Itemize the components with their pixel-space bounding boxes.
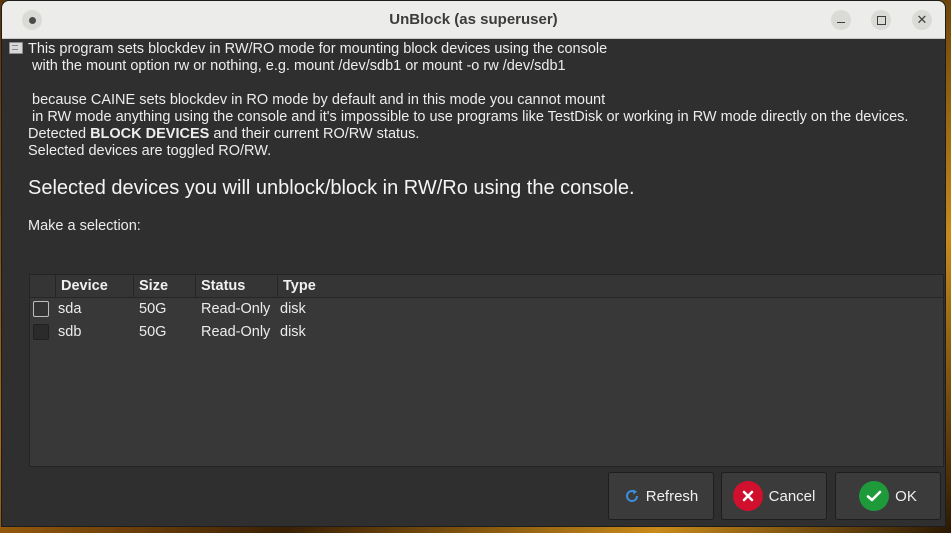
type-cell: disk — [280, 324, 306, 340]
row-checkbox[interactable] — [33, 301, 49, 317]
checkmark-icon — [859, 481, 890, 511]
cancel-label: Cancel — [768, 487, 816, 505]
device-cell: sdb — [58, 324, 82, 340]
dialog-content: This program sets blockdev in RW/RO mode… — [2, 39, 945, 526]
status-cell: Read-Only — [201, 301, 271, 317]
info-line — [28, 75, 908, 92]
column-header-type[interactable]: Type — [278, 275, 348, 297]
refresh-label: Refresh — [645, 487, 699, 505]
cancel-button[interactable]: Cancel — [721, 472, 827, 520]
selection-prompt: Make a selection: — [28, 218, 141, 234]
info-line: in RW mode anything using the console an… — [28, 109, 909, 125]
title-bar[interactable]: UnBlock (as superuser) ✕ — [2, 1, 945, 39]
table-row[interactable]: sda 50G Read-Only disk — [30, 298, 943, 321]
device-table[interactable]: Device Size Status Type sda 50G Read-Onl… — [29, 274, 944, 467]
cancel-icon — [732, 481, 763, 511]
block-devices-label: BLOCK DEVICES — [90, 126, 210, 142]
info-line: because CAINE sets blockdev in RO mode b… — [28, 92, 606, 108]
device-cell: sda — [58, 301, 82, 317]
type-cell: disk — [280, 301, 306, 317]
size-cell: 50G — [139, 324, 167, 340]
close-icon[interactable]: ✕ — [912, 10, 932, 30]
unblock-window: UnBlock (as superuser) ✕ This program se… — [1, 0, 946, 527]
selection-heading: Selected devices you will unblock/block … — [28, 177, 635, 199]
column-header-device[interactable]: Device — [56, 275, 134, 297]
column-header-status[interactable]: Status — [196, 275, 278, 297]
info-text: This program sets blockdev in RW/RO mode… — [28, 41, 908, 160]
table-header: Device Size Status Type — [30, 275, 943, 298]
window-title: UnBlock (as superuser) — [389, 11, 558, 28]
refresh-icon — [624, 488, 640, 504]
column-header-size[interactable]: Size — [134, 275, 196, 297]
status-cell: Read-Only — [201, 324, 271, 340]
maximize-icon[interactable] — [871, 10, 891, 30]
document-icon — [9, 42, 23, 54]
row-checkbox[interactable] — [33, 324, 49, 340]
info-line: This program sets blockdev in RW/RO mode… — [28, 41, 608, 57]
ok-label: OK — [895, 487, 917, 505]
detected-line: Detected BLOCK DEVICES and their current… — [28, 126, 420, 142]
column-header-select[interactable] — [30, 275, 56, 297]
toggle-note: Selected devices are toggled RO/RW. — [28, 143, 272, 159]
info-line: with the mount option rw or nothing, e.g… — [28, 58, 566, 74]
size-cell: 50G — [139, 301, 167, 317]
table-row[interactable]: sdb 50G Read-Only disk — [30, 321, 943, 344]
ok-button[interactable]: OK — [835, 472, 941, 520]
minimize-icon[interactable] — [831, 10, 851, 30]
refresh-button[interactable]: Refresh — [608, 472, 714, 520]
